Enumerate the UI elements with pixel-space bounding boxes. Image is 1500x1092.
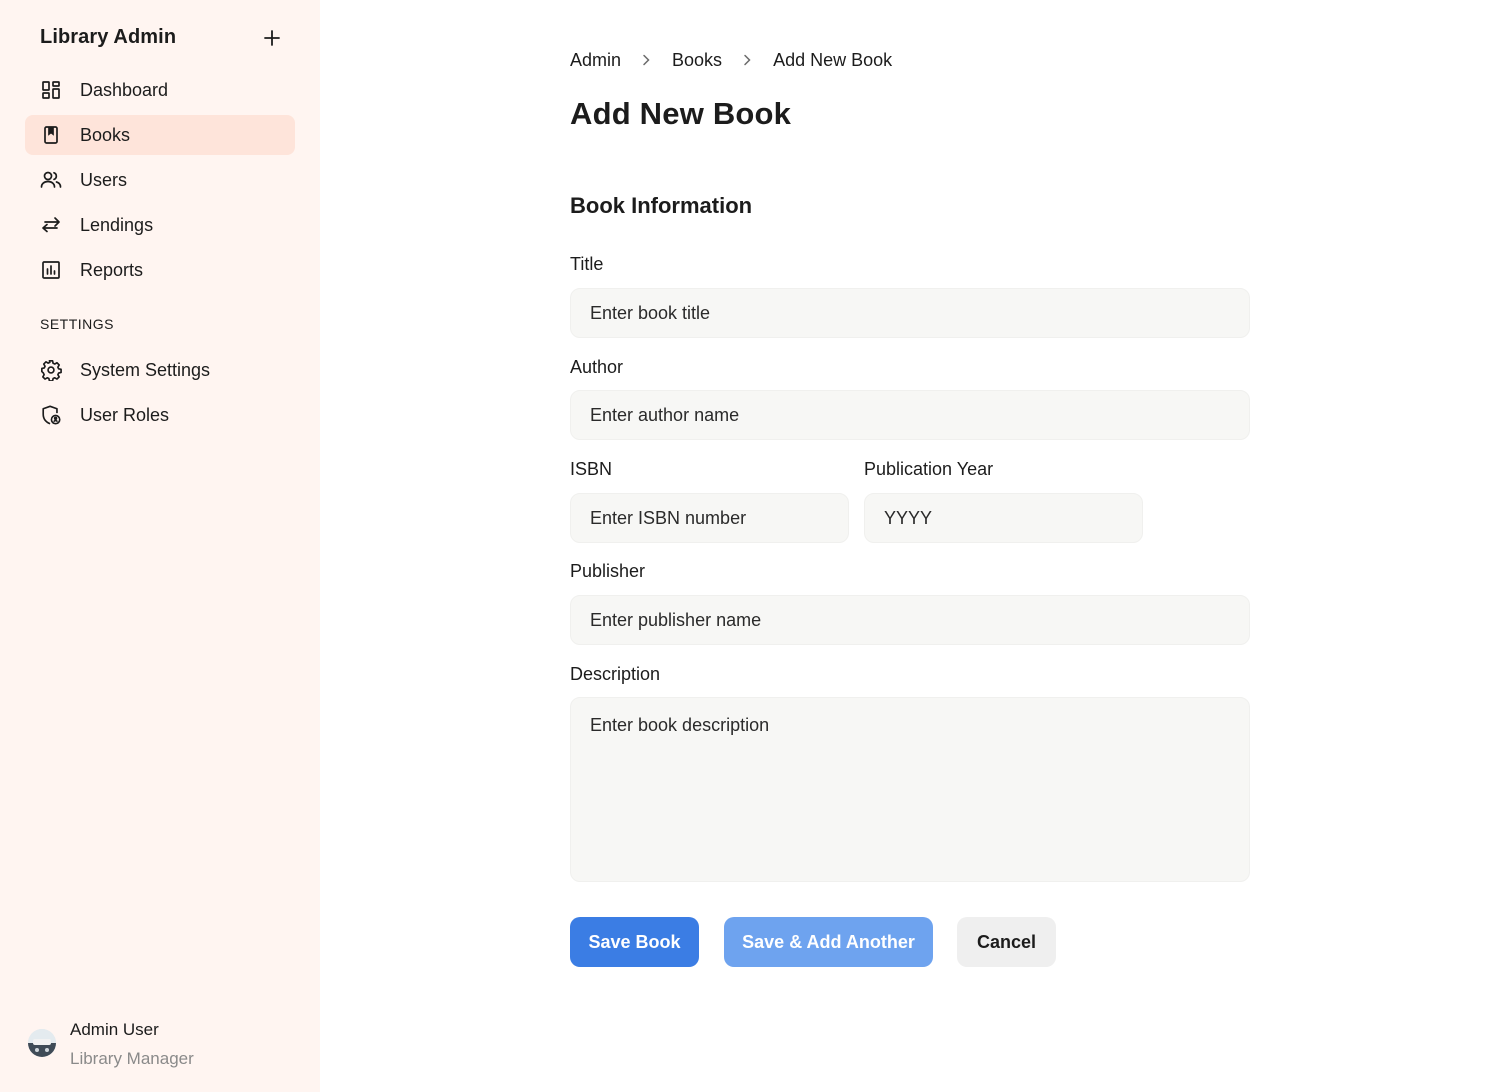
- breadcrumb-books[interactable]: Books: [672, 50, 722, 71]
- chart-icon: [40, 259, 62, 281]
- swap-arrows-icon: [40, 214, 62, 236]
- save-add-another-button[interactable]: Save & Add Another: [724, 917, 933, 967]
- title-input[interactable]: [570, 288, 1250, 338]
- title-label: Title: [570, 254, 604, 274]
- shield-user-icon: [40, 404, 62, 426]
- dashboard-icon: [40, 79, 62, 101]
- avatar: [28, 1029, 56, 1057]
- sidebar-item-reports[interactable]: Reports: [25, 250, 295, 290]
- sidebar-item-users[interactable]: Users: [25, 160, 295, 200]
- breadcrumb-current: Add New Book: [773, 49, 893, 70]
- breadcrumb: Admin Books Add New Book: [570, 49, 892, 71]
- user-profile[interactable]: Admin User Library Manager: [28, 1016, 308, 1076]
- isbn-label: ISBN: [570, 459, 613, 479]
- chevron-right-icon: [740, 53, 754, 67]
- author-label: Author: [570, 357, 624, 377]
- description-label: Description: [570, 664, 661, 684]
- sidebar-item-label: User Roles: [80, 405, 170, 425]
- user-name: Admin User: [70, 1020, 159, 1039]
- publisher-input[interactable]: [570, 595, 1250, 645]
- sidebar-item-dashboard[interactable]: Dashboard: [25, 70, 295, 110]
- sidebar: Library Admin Dashboard Books Users Lend…: [0, 0, 320, 1092]
- isbn-input[interactable]: [570, 493, 849, 543]
- chevron-right-icon: [639, 53, 653, 67]
- user-role: Library Manager: [70, 1049, 194, 1068]
- sidebar-item-books[interactable]: Books: [25, 115, 295, 155]
- users-icon: [40, 169, 62, 191]
- sidebar-item-label: System Settings: [80, 360, 211, 380]
- sidebar-item-label: Users: [80, 170, 128, 190]
- book-icon: [40, 124, 62, 146]
- publication-year-label: Publication Year: [864, 459, 994, 479]
- sidebar-item-system-settings[interactable]: System Settings: [25, 350, 295, 390]
- section-title: Book Information: [570, 193, 753, 218]
- description-textarea[interactable]: [570, 697, 1250, 882]
- publisher-label: Publisher: [570, 561, 646, 581]
- sidebar-item-user-roles[interactable]: User Roles: [25, 395, 295, 435]
- sidebar-item-label: Lendings: [80, 215, 154, 235]
- app-title: Library Admin: [40, 26, 177, 48]
- page-title: Add New Book: [570, 96, 792, 131]
- sidebar-item-label: Reports: [80, 260, 144, 280]
- sidebar-item-label: Dashboard: [80, 80, 169, 100]
- plus-icon: [264, 29, 280, 51]
- gear-icon: [40, 359, 62, 381]
- add-button[interactable]: [260, 28, 284, 52]
- breadcrumb-admin[interactable]: Admin: [570, 50, 621, 71]
- save-book-button[interactable]: Save Book: [570, 917, 699, 967]
- publication-year-input[interactable]: [864, 493, 1143, 543]
- author-input[interactable]: [570, 390, 1250, 440]
- settings-section-label: SETTINGS: [40, 316, 115, 332]
- sidebar-item-lendings[interactable]: Lendings: [25, 205, 295, 245]
- cancel-button[interactable]: Cancel: [957, 917, 1056, 967]
- sidebar-item-label: Books: [80, 125, 131, 145]
